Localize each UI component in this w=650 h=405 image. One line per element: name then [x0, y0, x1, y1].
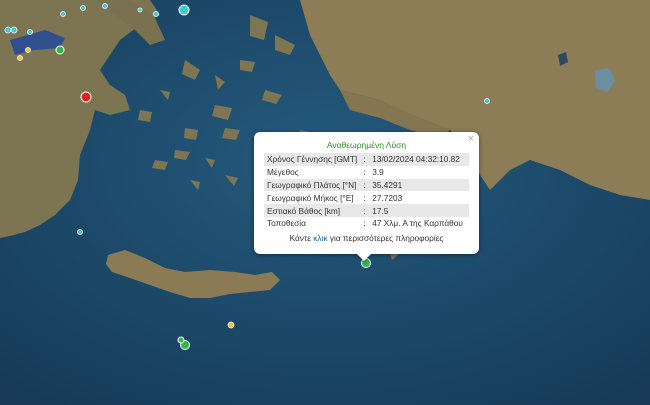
marker-cyan[interactable]	[102, 3, 108, 9]
marker-cyan[interactable]	[60, 11, 66, 17]
info-row: Γεωγραφικό Πλάτος [°N]:35.4291	[264, 178, 469, 192]
popup-tip	[356, 253, 372, 261]
marker-cyan[interactable]	[137, 7, 143, 13]
marker-cyan[interactable]	[178, 4, 190, 16]
more-info-link[interactable]: κλικ	[313, 233, 327, 243]
info-value: 13/02/2024 04:32:10.82	[369, 153, 469, 166]
marker-yellow[interactable]	[227, 321, 235, 329]
info-value: 35.4291	[369, 178, 469, 192]
info-row: Μέγεθος:3.9	[264, 166, 469, 179]
earthquake-info-popup: × Αναθεωρημένη Λύση Χρόνος Γέννησης [GMT…	[254, 132, 479, 254]
marker-cyan[interactable]	[80, 5, 86, 11]
marker-yellow[interactable]	[25, 47, 31, 53]
info-value: 3.9	[372, 167, 384, 178]
marker-green[interactable]	[177, 336, 185, 344]
marker-cyan[interactable]	[484, 98, 490, 104]
info-row: Τοποθεσία:47 Χλμ. Α της Καρπάθου	[264, 217, 469, 230]
info-label: Γεωγραφικό Μήκος [°E]	[267, 192, 354, 203]
marker-cyan[interactable]	[4, 26, 12, 34]
info-label: Εστιακό Βάθος [km]	[264, 204, 364, 217]
info-value: 17.5	[369, 204, 469, 217]
marker-cyan[interactable]	[153, 11, 159, 17]
marker-green[interactable]	[55, 45, 65, 55]
marker-cyan[interactable]	[27, 29, 33, 35]
marker-red[interactable]	[80, 91, 92, 103]
marker-cyan[interactable]	[10, 26, 18, 34]
info-label: Τοποθεσία	[267, 218, 306, 229]
info-row: Χρόνος Γέννησης [GMT]:13/02/2024 04:32:1…	[264, 153, 469, 166]
info-table: Χρόνος Γέννησης [GMT]:13/02/2024 04:32:1…	[264, 153, 469, 230]
info-row: Γεωγραφικό Μήκος [°E]:27.7203	[264, 191, 469, 204]
marker-cyan[interactable]	[77, 229, 83, 235]
close-icon[interactable]: ×	[468, 134, 474, 145]
marker-yellow[interactable]	[17, 55, 23, 61]
info-value: 27.7203	[372, 192, 403, 203]
info-label: Μέγεθος	[267, 167, 299, 178]
more-info-text: Κάντε κλικ για περισσότερες πληροφορίες	[289, 232, 444, 243]
info-label: Γεωγραφικό Πλάτος [°N]	[264, 178, 364, 192]
popup-title: Αναθεωρημένη Λύση	[326, 140, 407, 150]
info-row: Εστιακό Βάθος [km]:17.5	[264, 204, 469, 217]
info-value: 47 Χλμ. Α της Καρπάθου	[372, 218, 463, 229]
info-label: Χρόνος Γέννησης [GMT]	[264, 153, 364, 166]
